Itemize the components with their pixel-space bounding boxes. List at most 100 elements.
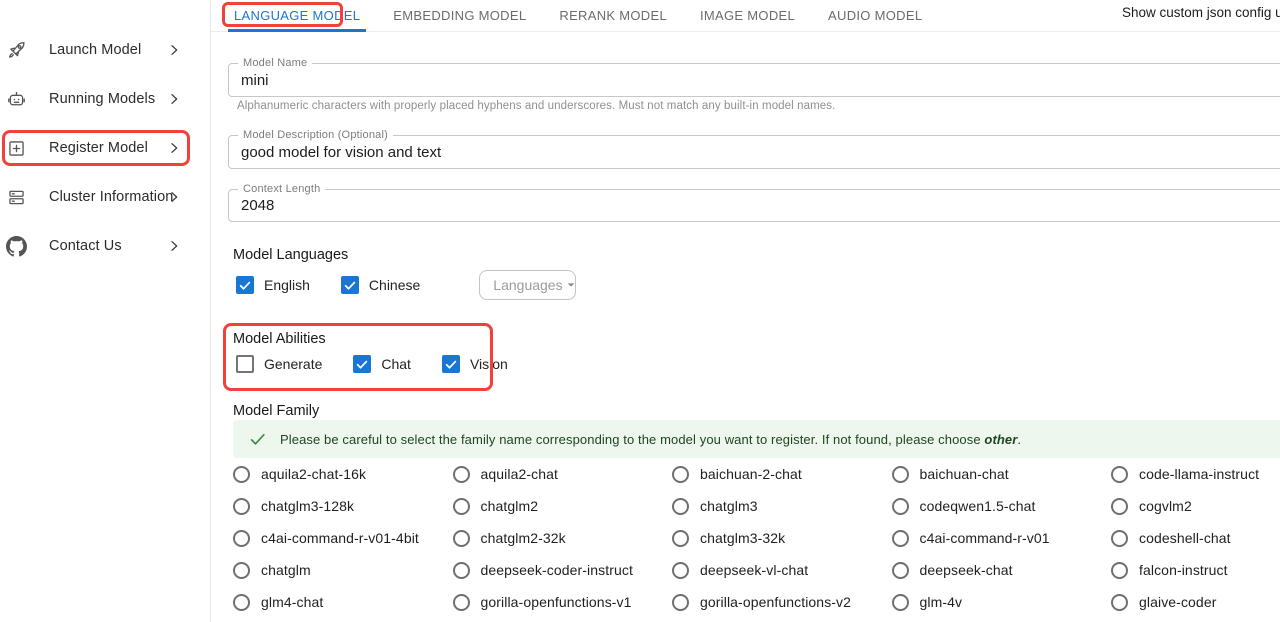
context-length-field: Context Length — [228, 189, 1280, 222]
tab-image-model[interactable]: IMAGE MODEL — [694, 0, 801, 31]
tab-audio-model[interactable]: AUDIO MODEL — [822, 0, 928, 31]
context-length-input[interactable] — [229, 190, 1280, 221]
radio-label: codeshell-chat — [1139, 530, 1231, 546]
radio-icon[interactable] — [453, 562, 470, 579]
radio-icon[interactable] — [892, 530, 909, 547]
model-family-option-gorilla-openfunctions-v1[interactable]: gorilla-openfunctions-v1 — [453, 586, 673, 618]
radio-icon[interactable] — [233, 594, 250, 611]
radio-label: cogvlm2 — [1139, 498, 1192, 514]
model-name-input[interactable] — [229, 64, 1280, 96]
model-description-field: Model Description (Optional) — [228, 135, 1280, 169]
model-abilities-heading: Model Abilities — [233, 331, 326, 347]
model-family-option-chatglm[interactable]: chatglm — [233, 554, 453, 586]
chevron-right-icon — [166, 91, 182, 107]
model-family-option-baichuan-2-chat[interactable]: baichuan-2-chat — [672, 458, 892, 490]
radio-icon[interactable] — [233, 498, 250, 515]
model-family-option-aquila2-chat-16k[interactable]: aquila2-chat-16k — [233, 458, 453, 490]
model-family-option-chatglm2-32k[interactable]: chatglm2-32k — [453, 522, 673, 554]
model-family-option-c4ai-command-r-v01-4bit[interactable]: c4ai-command-r-v01-4bit — [233, 522, 453, 554]
checkbox-generate[interactable]: Generate — [236, 355, 322, 373]
radio-icon[interactable] — [1111, 594, 1128, 611]
model-family-option-code-llama-instruct[interactable]: code-llama-instruct — [1111, 458, 1280, 490]
radio-icon[interactable] — [453, 530, 470, 547]
model-family-alert-text: Please be careful to select the family n… — [280, 432, 1021, 447]
radio-label: codeqwen1.5-chat — [920, 498, 1036, 514]
radio-icon[interactable] — [233, 466, 250, 483]
radio-icon[interactable] — [892, 562, 909, 579]
radio-label: deepseek-coder-instruct — [481, 562, 634, 578]
model-family-option-aquila2-chat[interactable]: aquila2-chat — [453, 458, 673, 490]
radio-icon[interactable] — [672, 562, 689, 579]
radio-icon[interactable] — [672, 594, 689, 611]
model-family-option-codeshell-chat[interactable]: codeshell-chat — [1111, 522, 1280, 554]
tab-rerank-model[interactable]: RERANK MODEL — [553, 0, 673, 31]
chevron-right-icon — [166, 189, 182, 205]
radio-icon[interactable] — [672, 530, 689, 547]
radio-icon[interactable] — [672, 466, 689, 483]
model-family-option-chatglm3-32k[interactable]: chatglm3-32k — [672, 522, 892, 554]
radio-label: chatglm2-32k — [481, 530, 566, 546]
radio-icon[interactable] — [453, 466, 470, 483]
model-family-option-falcon-instruct[interactable]: falcon-instruct — [1111, 554, 1280, 586]
checkbox-vision[interactable]: Vision — [442, 355, 508, 373]
model-family-option-chatglm3-128k[interactable]: chatglm3-128k — [233, 490, 453, 522]
model-family-option-c4ai-command-r-v01[interactable]: c4ai-command-r-v01 — [892, 522, 1112, 554]
radio-label: deepseek-chat — [920, 562, 1013, 578]
robot-icon — [5, 88, 27, 110]
model-family-heading: Model Family — [233, 403, 319, 419]
checkbox-chinese[interactable]: Chinese — [341, 276, 420, 294]
tab-label: LANGUAGE MODEL — [234, 8, 360, 23]
radio-icon[interactable] — [892, 498, 909, 515]
radio-icon[interactable] — [233, 562, 250, 579]
radio-label: c4ai-command-r-v01-4bit — [261, 530, 419, 546]
checkbox-label: English — [264, 277, 310, 293]
radio-icon[interactable] — [1111, 530, 1128, 547]
model-family-option-deepseek-vl-chat[interactable]: deepseek-vl-chat — [672, 554, 892, 586]
checkbox-icon[interactable] — [442, 355, 460, 373]
radio-icon[interactable] — [453, 594, 470, 611]
radio-icon[interactable] — [892, 466, 909, 483]
sidebar-item-cluster-information[interactable]: Cluster Information — [0, 182, 211, 212]
sidebar-item-label: Launch Model — [49, 42, 141, 58]
model-family-option-cogvlm2[interactable]: cogvlm2 — [1111, 490, 1280, 522]
model-family-option-chatglm2[interactable]: chatglm2 — [453, 490, 673, 522]
sidebar-item-launch-model[interactable]: Launch Model — [0, 35, 211, 65]
radio-icon[interactable] — [1111, 562, 1128, 579]
model-name-label: Model Name — [238, 57, 312, 69]
sidebar-item-register-model[interactable]: Register Model — [0, 133, 211, 163]
languages-select[interactable]: Languages — [479, 270, 576, 300]
checkbox-english[interactable]: English — [236, 276, 310, 294]
sidebar-item-running-models[interactable]: Running Models — [0, 84, 211, 114]
radio-icon[interactable] — [453, 498, 470, 515]
checkbox-label: Vision — [470, 356, 508, 372]
radio-icon[interactable] — [892, 594, 909, 611]
model-family-option-glm-4v[interactable]: glm-4v — [892, 586, 1112, 618]
sidebar-item-contact-us[interactable]: Contact Us — [0, 231, 211, 261]
sidebar-item-label: Running Models — [49, 91, 155, 107]
show-custom-json-config-label[interactable]: Show custom json config used b — [1122, 5, 1280, 20]
radio-label: aquila2-chat-16k — [261, 466, 366, 482]
checkbox-label: Chat — [381, 356, 411, 372]
checkbox-icon[interactable] — [341, 276, 359, 294]
radio-icon[interactable] — [1111, 466, 1128, 483]
radio-icon[interactable] — [233, 530, 250, 547]
checkbox-chat[interactable]: Chat — [353, 355, 411, 373]
radio-label: glm4-chat — [261, 594, 323, 610]
model-family-option-deepseek-chat[interactable]: deepseek-chat — [892, 554, 1112, 586]
radio-icon[interactable] — [1111, 498, 1128, 515]
radio-label: c4ai-command-r-v01 — [920, 530, 1050, 546]
model-family-option-glaive-coder[interactable]: glaive-coder — [1111, 586, 1280, 618]
model-family-option-gorilla-openfunctions-v2[interactable]: gorilla-openfunctions-v2 — [672, 586, 892, 618]
checkbox-icon[interactable] — [236, 355, 254, 373]
model-family-option-baichuan-chat[interactable]: baichuan-chat — [892, 458, 1112, 490]
tab-embedding-model[interactable]: EMBEDDING MODEL — [387, 0, 532, 31]
model-family-option-chatglm3[interactable]: chatglm3 — [672, 490, 892, 522]
checkbox-icon[interactable] — [236, 276, 254, 294]
checkbox-icon[interactable] — [353, 355, 371, 373]
model-family-option-glm4-chat[interactable]: glm4-chat — [233, 586, 453, 618]
model-family-option-deepseek-coder-instruct[interactable]: deepseek-coder-instruct — [453, 554, 673, 586]
tab-language-model[interactable]: LANGUAGE MODEL — [228, 0, 366, 31]
radio-icon[interactable] — [672, 498, 689, 515]
radio-label: glm-4v — [920, 594, 963, 610]
model-family-option-codeqwen1-5-chat[interactable]: codeqwen1.5-chat — [892, 490, 1112, 522]
